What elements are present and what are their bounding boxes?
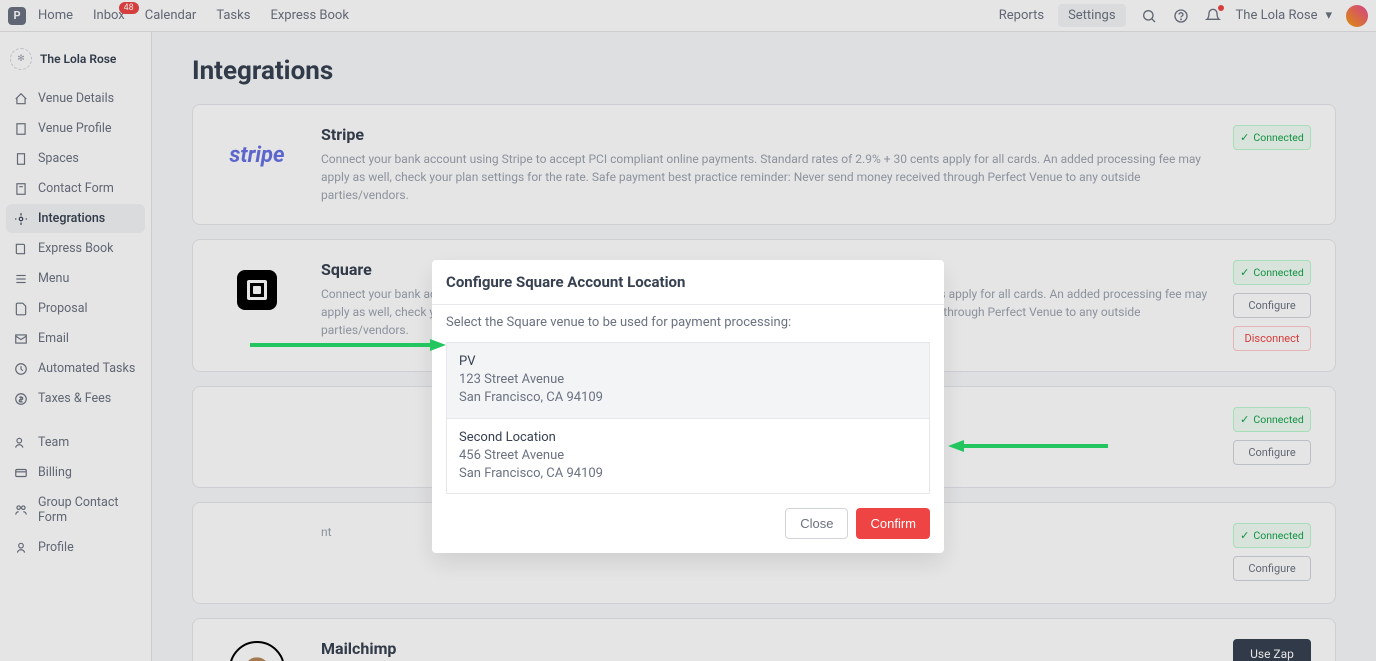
confirm-button[interactable]: Confirm [856, 508, 930, 539]
close-button[interactable]: Close [785, 508, 848, 539]
location-address-1: 456 Street Avenue [459, 447, 917, 465]
modal-backdrop[interactable]: Configure Square Account Location Select… [0, 0, 1376, 661]
modal-subtitle: Select the Square venue to be used for p… [446, 315, 930, 330]
location-name: Second Location [459, 429, 917, 447]
location-option-second-location[interactable]: Second Location456 Street AvenueSan Fran… [446, 419, 930, 495]
configure-modal: Configure Square Account Location Select… [432, 260, 944, 553]
modal-title: Configure Square Account Location [432, 260, 944, 305]
location-address-1: 123 Street Avenue [459, 371, 917, 389]
location-name: PV [459, 353, 917, 371]
location-address-2: San Francisco, CA 94109 [459, 389, 917, 407]
location-option-pv[interactable]: PV123 Street AvenueSan Francisco, CA 941… [446, 342, 930, 419]
location-address-2: San Francisco, CA 94109 [459, 465, 917, 483]
